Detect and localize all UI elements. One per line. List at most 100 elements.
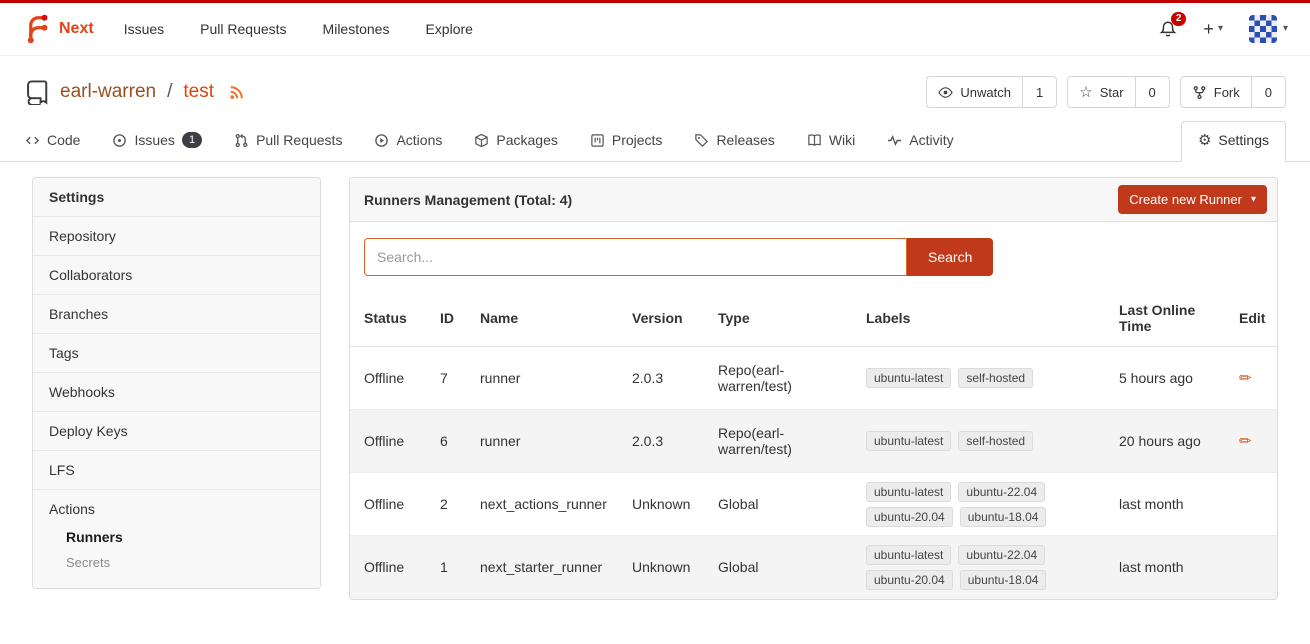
name-cell: runner: [470, 347, 622, 410]
last-online-cell: 5 hours ago: [1109, 347, 1229, 410]
top-navbar: Next Issues Pull Requests Milestones Exp…: [0, 3, 1310, 56]
search-input[interactable]: [364, 238, 907, 276]
name-cell: runner: [470, 410, 622, 473]
sidebar-item-branches[interactable]: Branches: [33, 294, 320, 333]
status-cell: Offline: [350, 410, 430, 473]
fork-icon: [1192, 85, 1207, 100]
avatar: [1249, 15, 1277, 43]
tab-label: Settings: [1218, 132, 1269, 148]
tag-icon: [694, 133, 709, 148]
user-menu-button[interactable]: ▾: [1249, 15, 1288, 43]
nav-explore[interactable]: Explore: [425, 21, 472, 37]
notification-count-badge: 2: [1171, 12, 1187, 26]
repo-name-link[interactable]: test: [183, 81, 214, 103]
fork-label: Fork: [1214, 85, 1240, 100]
sidebar-item-actions[interactable]: Actions Runners Secrets: [33, 489, 320, 588]
navbar-right: 2 + ▾ ▾: [1159, 15, 1288, 43]
tab-projects[interactable]: Projects: [589, 123, 664, 161]
type-cell: Repo(earl-warren/test): [708, 347, 856, 410]
tab-label: Issues: [134, 132, 174, 148]
sidebar-item-repository[interactable]: Repository: [33, 216, 320, 255]
col-version: Version: [622, 290, 708, 347]
sidebar-item-secrets[interactable]: Secrets: [49, 550, 304, 575]
watch-group: Unwatch 1: [926, 76, 1057, 108]
repo-actions: Unwatch 1 ☆ Star 0 F: [926, 76, 1286, 108]
content-area: Settings Repository Collaborators Branch…: [0, 162, 1310, 600]
actions-submenu: Runners Secrets: [49, 517, 304, 577]
sidebar-item-label: Actions: [49, 501, 95, 517]
version-cell: Unknown: [622, 473, 708, 536]
star-count[interactable]: 0: [1136, 76, 1170, 108]
sidebar-item-collaborators[interactable]: Collaborators: [33, 255, 320, 294]
create-runner-button[interactable]: Create new Runner ▾: [1118, 185, 1267, 214]
col-id: ID: [430, 290, 470, 347]
table-row: Offline 1 next_starter_runner Unknown Gl…: [350, 536, 1278, 599]
create-menu-button[interactable]: + ▾: [1203, 20, 1223, 38]
sidebar-item-deploy-keys[interactable]: Deploy Keys: [33, 411, 320, 450]
chevron-down-icon: ▾: [1218, 24, 1223, 34]
name-cell: next_actions_runner: [470, 473, 622, 536]
nav-pull-requests[interactable]: Pull Requests: [200, 21, 286, 37]
id-cell: 6: [430, 410, 470, 473]
label-badge: ubuntu-18.04: [960, 570, 1047, 590]
tab-issues[interactable]: Issues 1: [111, 123, 203, 161]
star-icon: ☆: [1079, 85, 1092, 100]
plus-icon: +: [1203, 20, 1214, 38]
issues-count-badge: 1: [182, 132, 202, 148]
create-runner-label: Create new Runner: [1129, 192, 1242, 207]
unwatch-button[interactable]: Unwatch: [926, 76, 1023, 108]
last-online-cell: last month: [1109, 473, 1229, 536]
unwatch-label: Unwatch: [960, 85, 1011, 100]
nav-milestones[interactable]: Milestones: [323, 21, 390, 37]
tab-activity[interactable]: Activity: [886, 123, 954, 161]
tab-pull-requests[interactable]: Pull Requests: [233, 123, 343, 161]
star-button[interactable]: ☆ Star: [1067, 76, 1135, 108]
tab-actions[interactable]: Actions: [373, 123, 443, 161]
rss-feed-icon[interactable]: [228, 84, 245, 101]
status-cell: Offline: [350, 536, 430, 599]
search-button[interactable]: Search: [907, 238, 993, 276]
eye-icon: [938, 85, 953, 100]
chevron-down-icon: ▾: [1283, 24, 1288, 34]
watch-count[interactable]: 1: [1023, 76, 1057, 108]
sidebar-item-webhooks[interactable]: Webhooks: [33, 372, 320, 411]
panel-header: Runners Management (Total: 4) Create new…: [350, 178, 1277, 222]
tab-releases[interactable]: Releases: [693, 123, 775, 161]
chevron-down-icon: ▾: [1251, 195, 1256, 205]
sidebar-item-lfs[interactable]: LFS: [33, 450, 320, 489]
repo-header: earl-warren / test Unwatch 1: [0, 56, 1310, 116]
edit-pencil-icon[interactable]: ✏: [1239, 433, 1252, 450]
settings-sidebar: Settings Repository Collaborators Branch…: [32, 177, 321, 589]
table-row: Offline 6 runner 2.0.3 Repo(earl-warren/…: [350, 410, 1278, 473]
tab-packages[interactable]: Packages: [473, 123, 558, 161]
labels-list: ubuntu-latest ubuntu-22.04 ubuntu-20.04 …: [866, 545, 1099, 590]
fork-button[interactable]: Fork: [1180, 76, 1252, 108]
edit-pencil-icon[interactable]: ✏: [1239, 370, 1252, 387]
repo-owner-link[interactable]: earl-warren: [60, 81, 156, 103]
sidebar-item-runners[interactable]: Runners: [49, 524, 304, 550]
type-cell: Repo(earl-warren/test): [708, 410, 856, 473]
last-online-cell: 20 hours ago: [1109, 410, 1229, 473]
col-labels: Labels: [856, 290, 1109, 347]
nav-issues[interactable]: Issues: [124, 21, 164, 37]
forgejo-home-link[interactable]: Next: [22, 14, 94, 44]
label-badge: self-hosted: [958, 431, 1033, 451]
edit-cell: ✏: [1229, 410, 1278, 473]
book-icon: [807, 133, 822, 148]
notifications-button[interactable]: 2: [1159, 20, 1177, 38]
actions-icon: [374, 133, 389, 148]
label-badge: ubuntu-22.04: [958, 482, 1045, 502]
version-cell: 2.0.3: [622, 410, 708, 473]
fork-count[interactable]: 0: [1252, 76, 1286, 108]
edit-cell: ✏: [1229, 347, 1278, 410]
tab-label: Activity: [909, 132, 953, 148]
tab-code[interactable]: Code: [24, 123, 81, 161]
runners-table: Status ID Name Version Type Labels Last …: [350, 290, 1278, 599]
brand-name: Next: [59, 20, 94, 38]
tab-settings[interactable]: ⚙ Settings: [1181, 121, 1286, 162]
label-badge: ubuntu-latest: [866, 368, 951, 388]
sidebar-item-tags[interactable]: Tags: [33, 333, 320, 372]
version-cell: 2.0.3: [622, 347, 708, 410]
tab-wiki[interactable]: Wiki: [806, 123, 856, 161]
label-badge: ubuntu-20.04: [866, 570, 953, 590]
